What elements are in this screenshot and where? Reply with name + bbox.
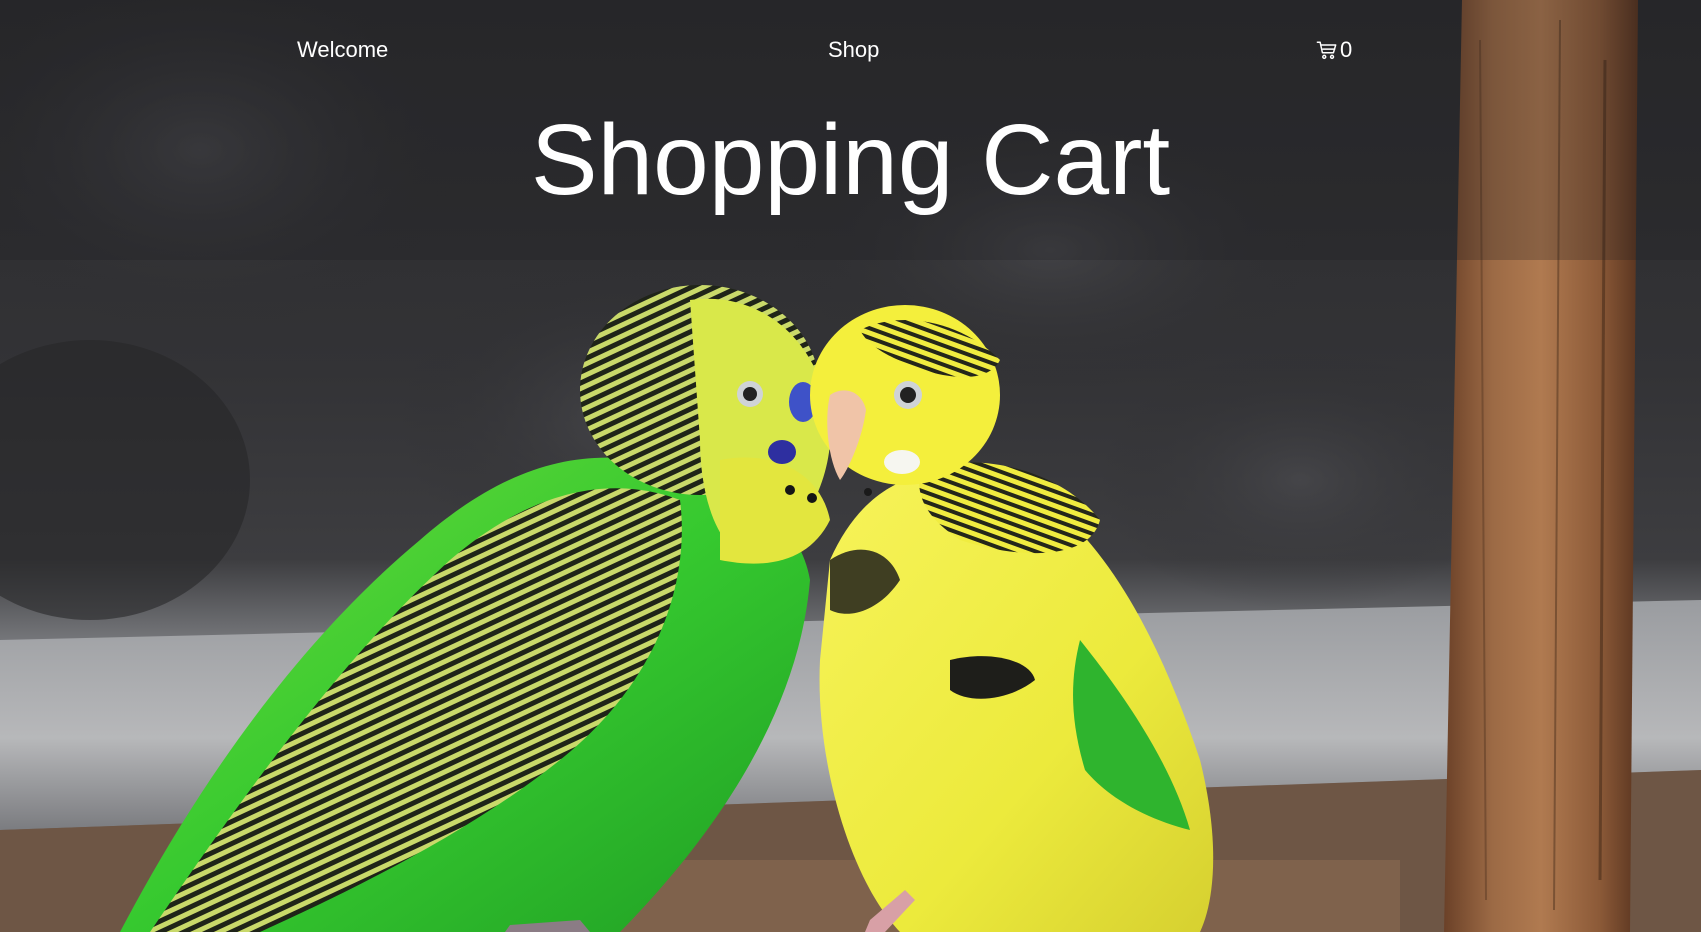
shopping-cart-icon bbox=[1316, 41, 1337, 60]
nav-link-shop[interactable]: Shop bbox=[828, 36, 879, 64]
cart-count: 0 bbox=[1340, 37, 1353, 62]
top-navigation: Welcome Shop 0 bbox=[0, 0, 1701, 100]
page-title: Shopping Cart bbox=[530, 104, 1171, 216]
hero-section: Welcome Shop 0 Shopping Cart bbox=[0, 0, 1701, 932]
nav-link-welcome[interactable]: Welcome bbox=[297, 36, 388, 64]
nav-link-cart[interactable]: 0 bbox=[1316, 36, 1352, 64]
